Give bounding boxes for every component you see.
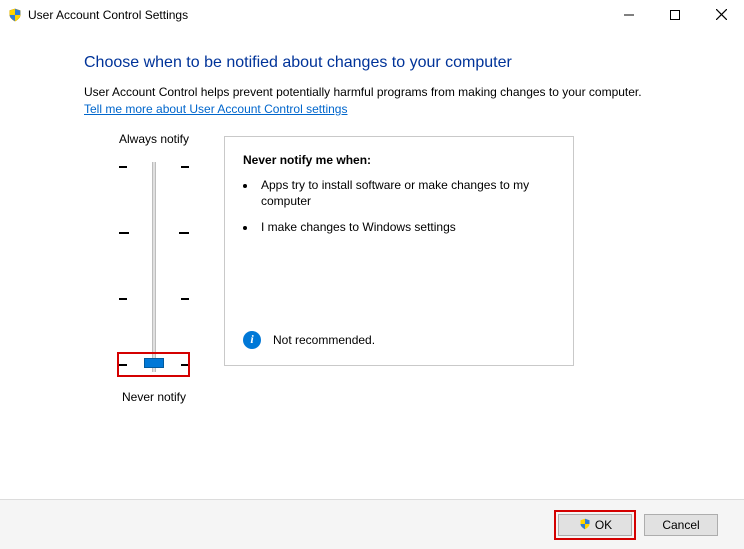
maximize-button[interactable] — [652, 0, 698, 29]
slider-thumb[interactable] — [144, 358, 164, 368]
cancel-button-label: Cancel — [662, 518, 699, 532]
cancel-button[interactable]: Cancel — [644, 514, 718, 536]
info-bullet-1: Apps try to install software or make cha… — [257, 177, 555, 209]
help-link[interactable]: Tell me more about User Account Control … — [84, 102, 347, 116]
info-panel: Never notify me when: Apps try to instal… — [224, 136, 574, 366]
ok-button-label: OK — [595, 518, 612, 532]
close-button[interactable] — [698, 0, 744, 29]
minimize-button[interactable] — [606, 0, 652, 29]
content-area: Choose when to be notified about changes… — [0, 30, 744, 410]
window-title: User Account Control Settings — [28, 8, 188, 22]
info-panel-title: Never notify me when: — [243, 153, 555, 167]
slider-bottom-label: Never notify — [122, 390, 186, 404]
info-bullet-2: I make changes to Windows settings — [257, 219, 555, 235]
notification-slider[interactable]: Always notify Never notify — [84, 126, 224, 410]
recommendation-text: Not recommended. — [273, 333, 375, 347]
shield-icon — [578, 518, 592, 532]
description-line: User Account Control helps prevent poten… — [84, 85, 642, 99]
slider-top-label: Always notify — [119, 132, 189, 146]
recommendation-row: i Not recommended. — [243, 331, 375, 349]
titlebar: User Account Control Settings — [0, 0, 744, 30]
window-controls — [606, 0, 744, 29]
description-text: User Account Control helps prevent poten… — [84, 84, 700, 118]
page-heading: Choose when to be notified about changes… — [84, 54, 700, 72]
shield-icon — [8, 8, 22, 22]
ok-button[interactable]: OK — [558, 514, 632, 536]
info-icon: i — [243, 331, 261, 349]
annotation-highlight-ok: OK — [554, 510, 636, 540]
dialog-footer: OK Cancel — [0, 499, 744, 549]
slider-track[interactable] — [119, 152, 189, 382]
info-bullet-list: Apps try to install software or make cha… — [257, 177, 555, 236]
